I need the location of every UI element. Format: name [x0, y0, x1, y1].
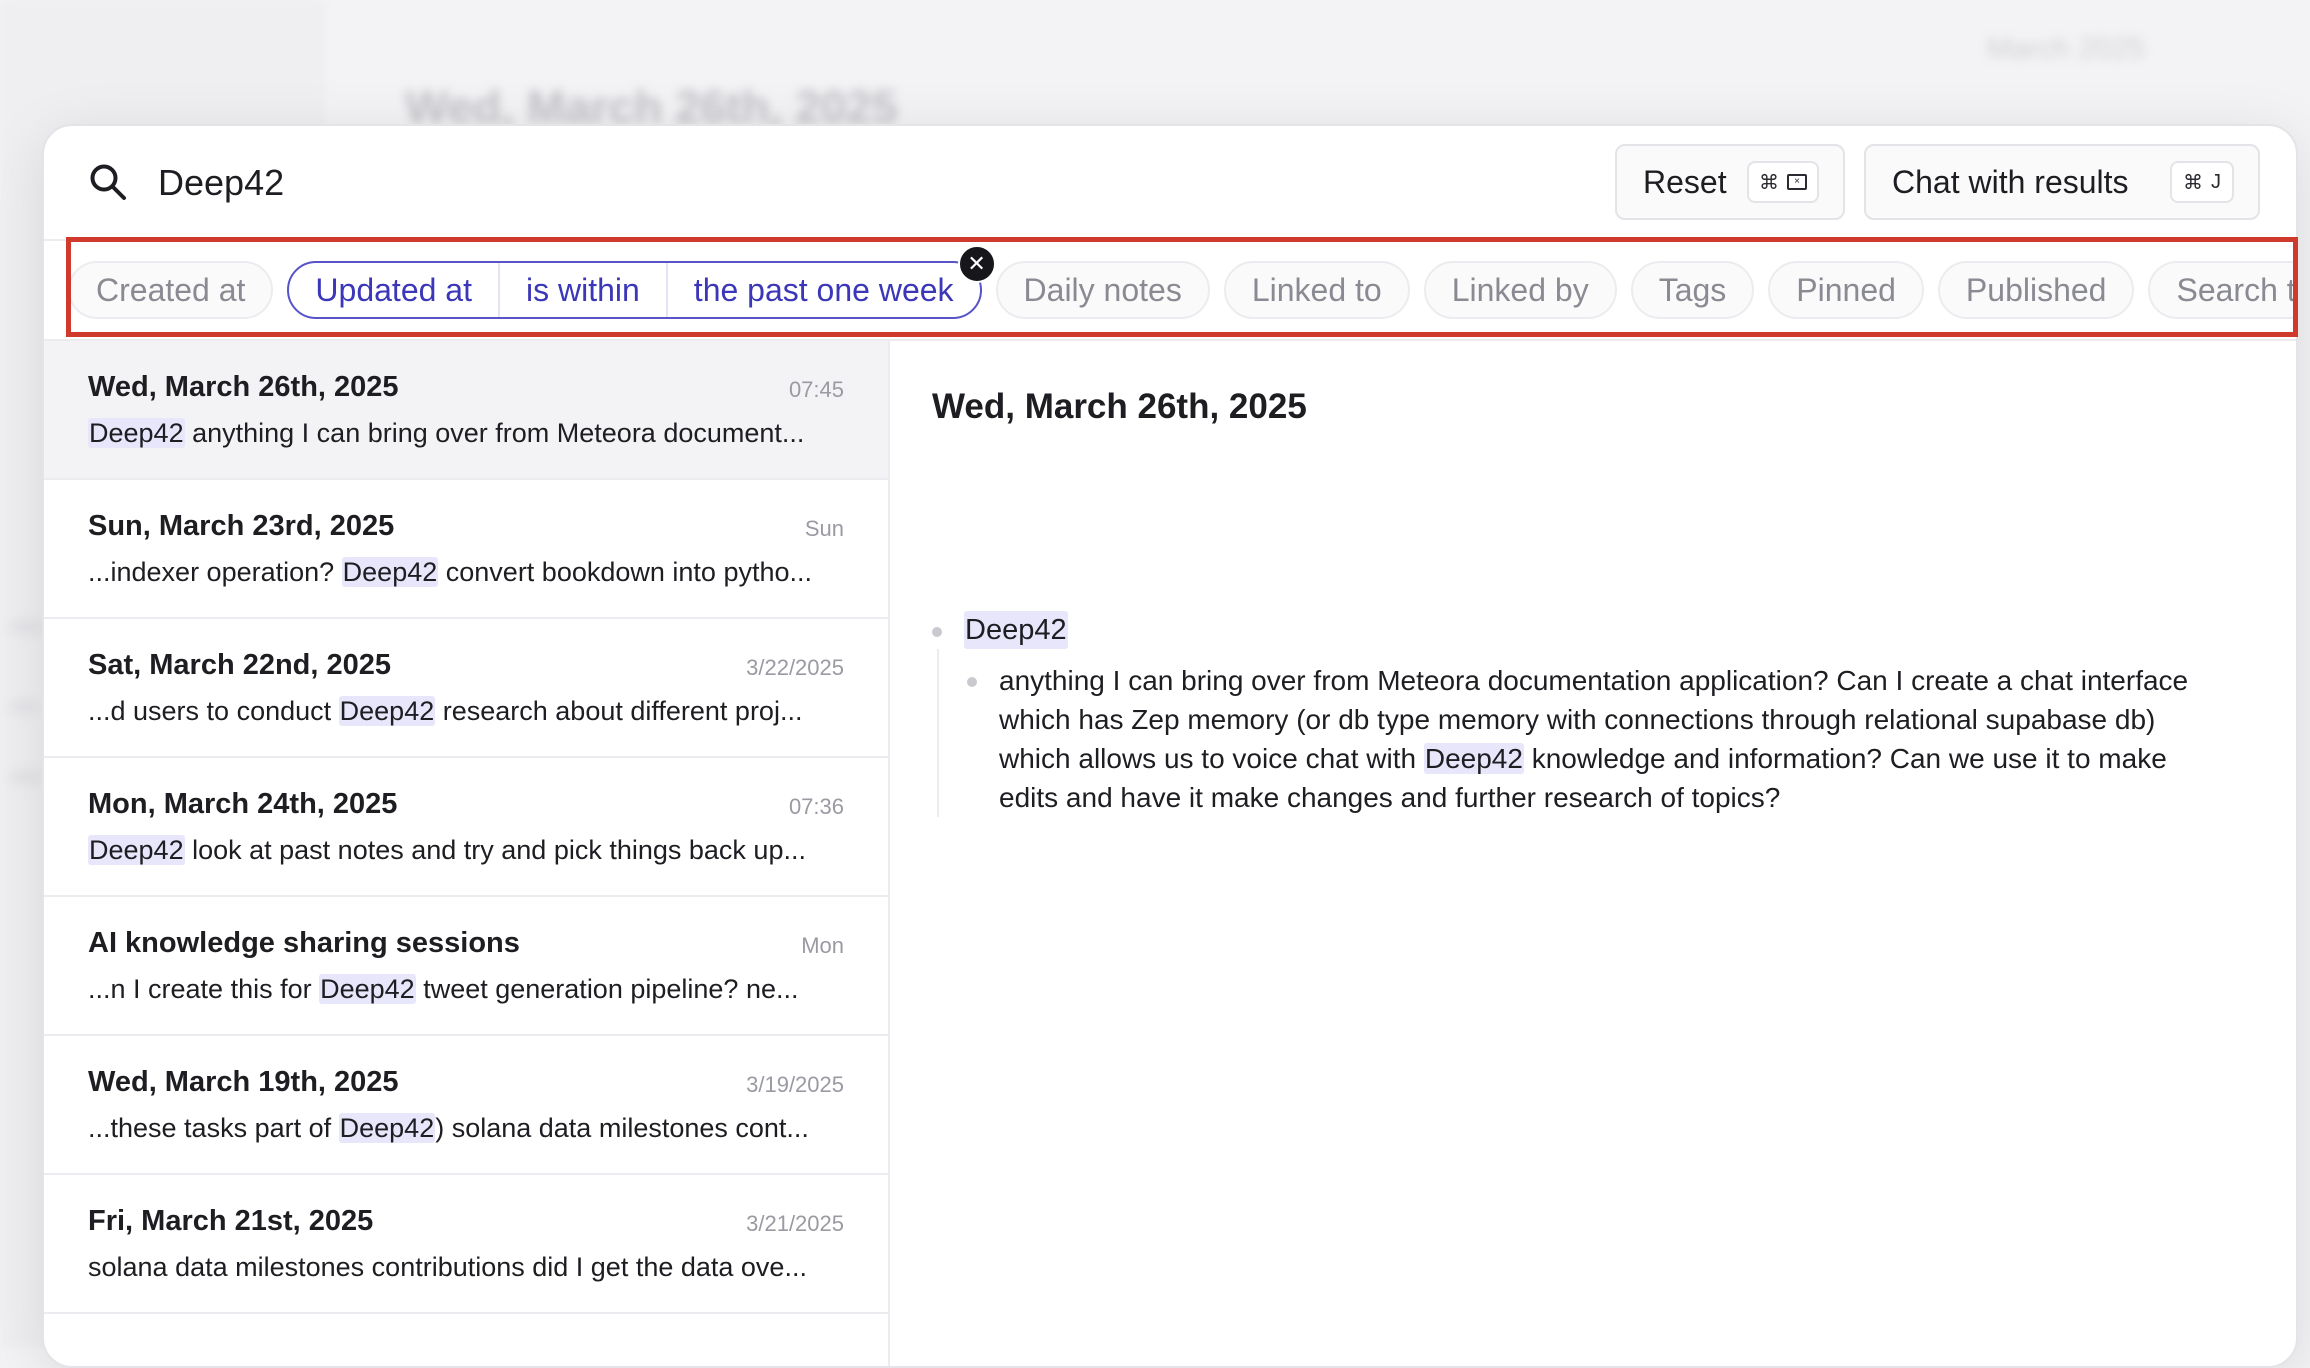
result-title: Sun, March 23rd, 2025 — [88, 510, 395, 542]
result-title: AI knowledge sharing sessions — [88, 927, 520, 959]
result-time: 3/19/2025 — [746, 1072, 844, 1097]
snippet-text: tweet generation pipeline? ne... — [415, 974, 799, 1004]
filter-chip-search-type[interactable]: Search ty — [2148, 261, 2296, 319]
filter-field[interactable]: Updated at — [289, 263, 498, 317]
match-highlight: Deep42 — [319, 974, 416, 1004]
snippet-text: ...d users to conduct — [88, 696, 339, 726]
note-preview: Wed, March 26th, 2025 Deep42 anything I … — [888, 341, 2296, 1366]
outline-children: anything I can bring over from Meteora d… — [937, 649, 2232, 817]
search-modal: Reset ⌘ × Chat with results ⌘ J Created … — [42, 124, 2298, 1368]
result-title: Wed, March 19th, 2025 — [88, 1066, 399, 1098]
result-snippet: ...d users to conduct Deep42 research ab… — [88, 696, 844, 727]
result-time: 07:36 — [788, 794, 844, 819]
background-line — [8, 700, 38, 714]
preview-title: Wed, March 26th, 2025 — [932, 387, 1307, 426]
filter-chip-daily-notes[interactable]: Daily notes — [995, 261, 1210, 319]
result-snippet: Deep42 anything I can bring over from Me… — [88, 418, 844, 449]
result-item[interactable]: Wed, March 19th, 2025 3/19/2025 ...these… — [44, 1036, 888, 1175]
outline-bullet[interactable]: Deep42 — [932, 611, 2232, 649]
result-title: Wed, March 26th, 2025 — [88, 371, 399, 403]
filter-chip-tags[interactable]: Tags — [1630, 261, 1755, 319]
result-title: Sat, March 22nd, 2025 — [88, 649, 392, 681]
chat-with-results-button[interactable]: Chat with results ⌘ J — [1864, 144, 2260, 220]
filter-chip-published[interactable]: Published — [1937, 261, 2135, 319]
result-item[interactable]: Wed, March 26th, 2025 07:45 Deep42 anyth… — [44, 341, 888, 480]
result-item[interactable]: Sat, March 22nd, 2025 3/22/2025 ...d use… — [44, 619, 888, 758]
preview-outline: Deep42 anything I can bring over from Me… — [932, 611, 2232, 817]
child-bullet-text: anything I can bring over from Meteora d… — [999, 661, 2219, 817]
result-snippet: ...these tasks part of Deep42) solana da… — [88, 1113, 844, 1144]
filter-chips: Created at Updated at is within the past… — [68, 245, 2296, 323]
result-item[interactable]: AI knowledge sharing sessions Mon ...n I… — [44, 897, 888, 1036]
active-filter-updated-at[interactable]: Updated at is within the past one week ✕ — [287, 245, 996, 319]
result-item[interactable]: Mon, March 24th, 2025 07:36 Deep42 look … — [44, 758, 888, 897]
bullet-text: Deep42 — [964, 611, 1068, 649]
backspace-icon: × — [1787, 174, 1807, 190]
search-input[interactable] — [156, 152, 1460, 214]
snippet-text: ...these tasks part of — [88, 1113, 339, 1143]
snippet-text: convert bookdown into pytho... — [438, 557, 812, 587]
background-line — [8, 770, 44, 784]
snippet-text: research about different proj... — [435, 696, 803, 726]
result-title: Fri, March 21st, 2025 — [88, 1205, 374, 1237]
reset-shortcut: ⌘ × — [1747, 161, 1819, 203]
match-highlight: Deep42 — [338, 1113, 436, 1143]
command-key-glyph: ⌘ — [2183, 171, 2203, 194]
search-icon — [90, 164, 126, 200]
remove-filter-icon[interactable]: ✕ — [957, 245, 996, 283]
filter-chip-created-at[interactable]: Created at — [68, 261, 274, 319]
result-time: 07:45 — [788, 377, 844, 402]
result-snippet: solana data milestones contributions did… — [88, 1252, 844, 1283]
match-highlight: Deep42 — [1423, 743, 1524, 774]
background-corner-date: March 2025 — [1986, 32, 2145, 65]
bullet-dot-icon — [932, 627, 942, 637]
result-item[interactable]: Sun, March 23rd, 2025 Sun ...indexer ope… — [44, 480, 888, 619]
result-snippet: ...indexer operation? Deep42 convert boo… — [88, 557, 844, 588]
reset-label: Reset — [1643, 163, 1727, 200]
result-time: 3/22/2025 — [746, 655, 844, 680]
chat-with-results-label: Chat with results — [1892, 163, 2129, 200]
snippet-text: solana data milestones contributions did… — [88, 1252, 807, 1282]
match-highlight: Deep42 — [341, 557, 439, 587]
match-highlight: Deep42 — [88, 835, 185, 865]
filter-chip-pinned[interactable]: Pinned — [1768, 261, 1924, 319]
reset-button[interactable]: Reset ⌘ × — [1615, 144, 1845, 220]
snippet-text: anything I can bring over from Meteora d… — [184, 418, 805, 448]
result-snippet: ...n I create this for Deep42 tweet gene… — [88, 974, 844, 1005]
search-bar: Reset ⌘ × Chat with results ⌘ J — [44, 126, 2296, 238]
chat-shortcut: ⌘ J — [2170, 161, 2234, 203]
match-highlight: Deep42 — [338, 696, 436, 726]
result-time: 3/21/2025 — [746, 1211, 844, 1236]
result-title: Mon, March 24th, 2025 — [88, 788, 398, 820]
snippet-text: look at past notes and try and pick thin… — [184, 835, 806, 865]
filter-chip-linked-by[interactable]: Linked by — [1423, 261, 1617, 319]
result-time: Sun — [804, 516, 844, 541]
results-list: Wed, March 26th, 2025 07:45 Deep42 anyth… — [44, 341, 890, 1366]
j-key: J — [2211, 170, 2221, 193]
bullet-dot-icon — [967, 677, 977, 687]
filter-chip-linked-to[interactable]: Linked to — [1223, 261, 1410, 319]
filter-bar: Created at Updated at is within the past… — [44, 239, 2296, 341]
snippet-text: ) solana data milestones cont... — [435, 1113, 809, 1143]
snippet-text: ...n I create this for — [88, 974, 320, 1004]
result-item[interactable]: Fri, March 21st, 2025 3/21/2025 solana d… — [44, 1175, 888, 1314]
outline-child-bullet[interactable]: anything I can bring over from Meteora d… — [967, 661, 2232, 817]
result-snippet: Deep42 look at past notes and try and pi… — [88, 835, 844, 866]
result-time: Mon — [801, 933, 844, 958]
snippet-text: ...indexer operation? — [88, 557, 342, 587]
filter-operator[interactable]: is within — [497, 263, 666, 317]
match-highlight: Deep42 — [88, 418, 185, 448]
command-key-glyph: ⌘ — [1759, 171, 1779, 194]
filter-value[interactable]: the past one week — [665, 263, 980, 317]
